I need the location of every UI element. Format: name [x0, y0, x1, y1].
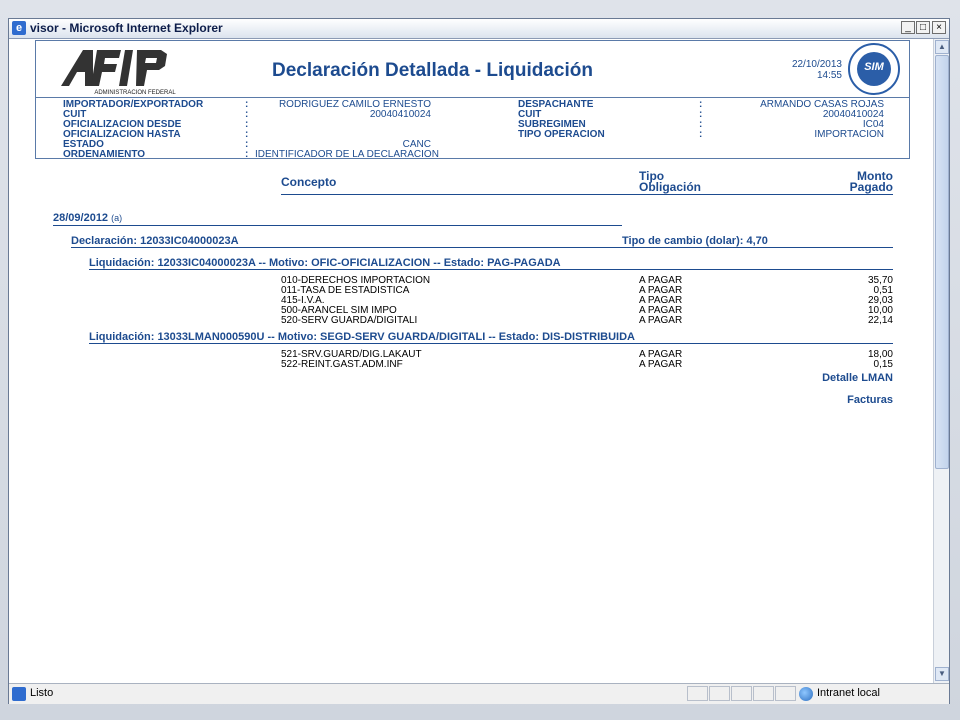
title-bar[interactable]: e visor - Microsoft Internet Explorer _ …	[9, 19, 949, 39]
status-cell	[731, 686, 752, 701]
tipo-cambio: Tipo de cambio (dolar): 4,70	[622, 235, 768, 247]
security-zone-text: Intranet local	[817, 687, 880, 699]
info-value: 20040410024	[822, 109, 884, 120]
date-divider	[53, 225, 622, 226]
sim-seal-icon: SIM	[848, 43, 900, 95]
item-concepto: 520-SERV GUARDA/DIGITALI	[281, 315, 418, 326]
col-concepto-header: Concepto	[281, 175, 337, 189]
close-button[interactable]: ×	[932, 21, 946, 34]
col-tipo-header-2: Obligación	[639, 180, 702, 194]
minimize-button[interactable]: _	[901, 21, 915, 34]
info-label: TIPO OPERACION	[518, 129, 605, 140]
status-bar: Listo Intranet local	[9, 683, 949, 704]
page-content: ADMINISTRACION FEDERAL Declaración Detal…	[9, 39, 933, 683]
status-cell	[775, 686, 796, 701]
page-title: Declaración Detallada - Liquidación	[272, 60, 593, 81]
ie-icon: e	[12, 21, 26, 35]
date-group: 28/09/2012 (a)	[53, 212, 122, 224]
info-value: 20040410024	[369, 109, 431, 120]
page-status-icon	[12, 687, 26, 701]
scroll-up-button[interactable]: ▲	[935, 40, 949, 54]
vertical-scrollbar[interactable]: ▲ ▼	[933, 39, 949, 683]
report-date: 22/10/2013	[791, 59, 842, 70]
header-divider	[281, 194, 893, 195]
liquidacion-2-title: Liquidación: 13033LMAN000590U -- Motivo:…	[89, 331, 635, 343]
group-note: (a)	[111, 213, 123, 223]
intranet-zone-icon	[799, 687, 813, 701]
report-time: 14:55	[816, 70, 842, 81]
item-concepto: 522-REINT.GAST.ADM.INF	[281, 359, 403, 370]
info-colon: :	[245, 149, 249, 160]
detalle-lman-link[interactable]: Detalle LMAN	[793, 372, 893, 384]
declaration-info: IMPORTADOR/EXPORTADOR: RODRIGUEZ CAMILO E…	[35, 98, 910, 160]
status-text: Listo	[30, 687, 54, 699]
item-monto: 0,15	[873, 359, 893, 370]
browser-window: e visor - Microsoft Internet Explorer _ …	[8, 18, 950, 704]
liquidacion-1-title: Liquidación: 12033IC04000023A -- Motivo:…	[89, 257, 561, 269]
logo-subtitle: ADMINISTRACION FEDERAL	[94, 90, 176, 96]
item-tipo: A PAGAR	[639, 315, 683, 326]
item-monto: 22,14	[867, 315, 893, 326]
maximize-button[interactable]: □	[916, 21, 930, 34]
info-value: IMPORTACION	[814, 129, 884, 140]
scroll-down-button[interactable]: ▼	[935, 667, 949, 681]
afip-logo: ADMINISTRACION FEDERAL	[61, 50, 176, 96]
scroll-thumb[interactable]	[935, 55, 949, 469]
status-cell	[753, 686, 774, 701]
liquidacion-2-divider	[89, 343, 893, 344]
declaracion-divider	[71, 247, 893, 248]
status-cell	[687, 686, 708, 701]
facturas-link[interactable]: Facturas	[793, 394, 893, 406]
status-cell	[709, 686, 730, 701]
info-value: IDENTIFICADOR DE LA DECLARACION	[255, 149, 439, 160]
liquidacion-1-divider	[89, 269, 893, 270]
report-header: ADMINISTRACION FEDERAL Declaración Detal…	[35, 40, 910, 98]
info-label: ORDENAMIENTO	[63, 149, 146, 160]
item-tipo: A PAGAR	[639, 359, 683, 370]
group-date: 28/09/2012	[53, 212, 109, 224]
window-title: visor - Microsoft Internet Explorer	[30, 21, 223, 35]
col-monto-header-2: Pagado	[849, 180, 893, 194]
declaracion-label: Declaración: 12033IC04000023A	[71, 235, 239, 247]
seal-text: SIM	[864, 61, 884, 73]
